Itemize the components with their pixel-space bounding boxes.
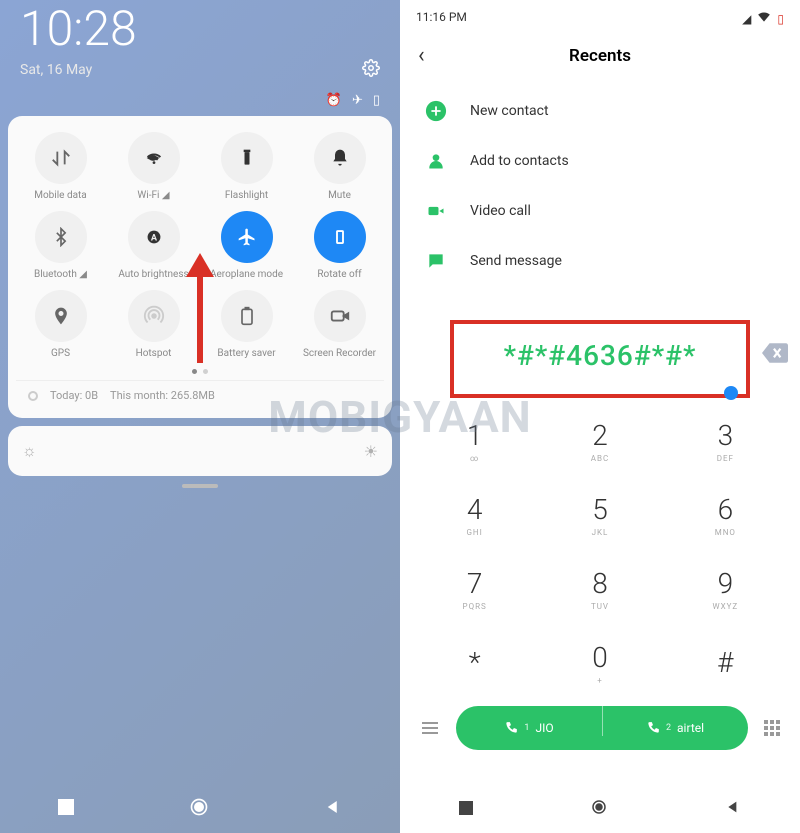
key-3[interactable]: 3DEF bbox=[663, 404, 788, 478]
rotate-icon bbox=[314, 211, 366, 263]
tile-mute[interactable]: Mute bbox=[295, 132, 384, 201]
tile-gps[interactable]: GPS bbox=[16, 290, 105, 359]
send-message-row[interactable]: Send message bbox=[406, 236, 794, 286]
airplane-icon bbox=[221, 211, 273, 263]
quick-settings-tiles: Mobile data Wi-Fi ◢ Flashlight Mute Blue… bbox=[16, 132, 384, 359]
left-screenshot: 10:28 Sat, 16 May ⏰ ✈ ▯ Mobile data Wi-Fi … bbox=[0, 0, 400, 833]
key-4[interactable]: 4GHI bbox=[412, 478, 537, 552]
key-7[interactable]: 7PQRS bbox=[412, 552, 537, 626]
tile-screen-recorder[interactable]: Screen Recorder bbox=[295, 290, 384, 359]
gps-icon bbox=[35, 290, 87, 342]
key-2[interactable]: 2ABC bbox=[537, 404, 662, 478]
panel-handle[interactable] bbox=[182, 484, 218, 488]
screenrec-icon bbox=[314, 290, 366, 342]
person-icon bbox=[424, 149, 448, 173]
page-indicator bbox=[16, 359, 384, 380]
status-icons bbox=[362, 59, 380, 81]
wifi-icon bbox=[128, 132, 180, 184]
swap-icon bbox=[35, 132, 87, 184]
quick-settings-panel: Mobile data Wi-Fi ◢ Flashlight Mute Blue… bbox=[8, 116, 392, 418]
call-sim2-button[interactable]: 2 airtel bbox=[602, 706, 748, 750]
bluetooth-icon bbox=[35, 211, 87, 263]
status-time: 11:16 PM bbox=[416, 10, 467, 27]
key-star[interactable]: * bbox=[412, 626, 537, 700]
status-bar: 11:16 PM ◢ ▯ bbox=[400, 0, 800, 31]
plus-icon bbox=[424, 99, 448, 123]
menu-button[interactable] bbox=[414, 722, 446, 734]
video-call-row[interactable]: Video call bbox=[406, 186, 794, 236]
svg-text:A: A bbox=[150, 234, 157, 244]
key-5[interactable]: 5JKL bbox=[537, 478, 662, 552]
dialpad: 1∞ 2ABC 3DEF 4GHI 5JKL 6MNO 7PQRS 8TUV 9… bbox=[400, 394, 800, 700]
nav-back-icon[interactable] bbox=[324, 798, 342, 820]
flashlight-icon bbox=[221, 132, 273, 184]
key-8[interactable]: 8TUV bbox=[537, 552, 662, 626]
tile-mobile-data[interactable]: Mobile data bbox=[16, 132, 105, 201]
dialed-number[interactable]: *#*#4636#*#* bbox=[504, 339, 697, 372]
contact-actions: New contact Add to contacts Video call S… bbox=[400, 86, 800, 286]
nav-home-icon[interactable] bbox=[189, 797, 209, 821]
wifi-icon bbox=[757, 10, 771, 27]
key-1[interactable]: 1∞ bbox=[412, 404, 537, 478]
back-button[interactable]: ‹ bbox=[410, 39, 433, 72]
autobright-icon: A bbox=[128, 211, 180, 263]
nav-recent-icon[interactable] bbox=[459, 800, 473, 819]
alarm-icon: ⏰ bbox=[326, 93, 342, 108]
nav-bar bbox=[400, 785, 800, 833]
battery-icon: ▯ bbox=[373, 93, 380, 108]
key-9[interactable]: 9WXYZ bbox=[663, 552, 788, 626]
nav-back-icon[interactable] bbox=[725, 799, 741, 819]
clock: 10:28 bbox=[0, 0, 400, 57]
battery-icon bbox=[221, 290, 273, 342]
dialpad-toggle[interactable] bbox=[758, 720, 786, 736]
call-button-row: 1 JIO 2 airtel bbox=[400, 700, 800, 754]
key-hash[interactable]: # bbox=[663, 626, 788, 700]
battery-low-icon: ▯ bbox=[777, 12, 784, 26]
new-contact-row[interactable]: New contact bbox=[406, 86, 794, 136]
sun-low-icon: ☼ bbox=[22, 441, 37, 461]
tile-auto-brightness[interactable]: A Auto brightness bbox=[109, 211, 198, 280]
backspace-button[interactable] bbox=[762, 343, 788, 367]
signal-icon: ◢ bbox=[742, 12, 751, 26]
video-icon bbox=[424, 199, 448, 223]
key-0[interactable]: 0+ bbox=[537, 626, 662, 700]
sun-high-icon: ☀ bbox=[364, 442, 378, 461]
right-screenshot: 11:16 PM ◢ ▯ ‹ Recents New contact Add t… bbox=[400, 0, 800, 833]
bell-icon bbox=[314, 132, 366, 184]
page-title: Recents bbox=[569, 46, 631, 66]
text-cursor-handle[interactable] bbox=[724, 386, 738, 400]
data-usage[interactable]: Today: 0B This month: 265.8MB bbox=[16, 380, 384, 410]
tile-battery-saver[interactable]: Battery saver bbox=[202, 290, 291, 359]
tile-rotate-off[interactable]: Rotate off bbox=[295, 211, 384, 280]
hotspot-icon bbox=[128, 290, 180, 342]
app-header: ‹ Recents bbox=[400, 31, 800, 86]
date: Sat, 16 May bbox=[20, 62, 92, 78]
tile-wifi[interactable]: Wi-Fi ◢ bbox=[109, 132, 198, 201]
tile-flashlight[interactable]: Flashlight bbox=[202, 132, 291, 201]
tile-hotspot[interactable]: Hotspot bbox=[109, 290, 198, 359]
airplane-icon: ✈ bbox=[352, 93, 363, 108]
tile-bluetooth[interactable]: Bluetooth ◢ bbox=[16, 211, 105, 280]
nav-home-icon[interactable] bbox=[590, 798, 608, 820]
dial-display: *#*#4636#*#* bbox=[400, 316, 800, 394]
nav-bar bbox=[0, 785, 400, 833]
nav-recent-icon[interactable] bbox=[58, 799, 74, 819]
call-sim1-button[interactable]: 1 JIO bbox=[456, 706, 602, 750]
tile-aeroplane-mode[interactable]: Aeroplane mode bbox=[202, 211, 291, 280]
add-to-contacts-row[interactable]: Add to contacts bbox=[406, 136, 794, 186]
brightness-slider[interactable]: ☼ ☀ bbox=[8, 426, 392, 476]
message-icon bbox=[424, 249, 448, 273]
gear-icon[interactable] bbox=[362, 59, 380, 81]
key-6[interactable]: 6MNO bbox=[663, 478, 788, 552]
